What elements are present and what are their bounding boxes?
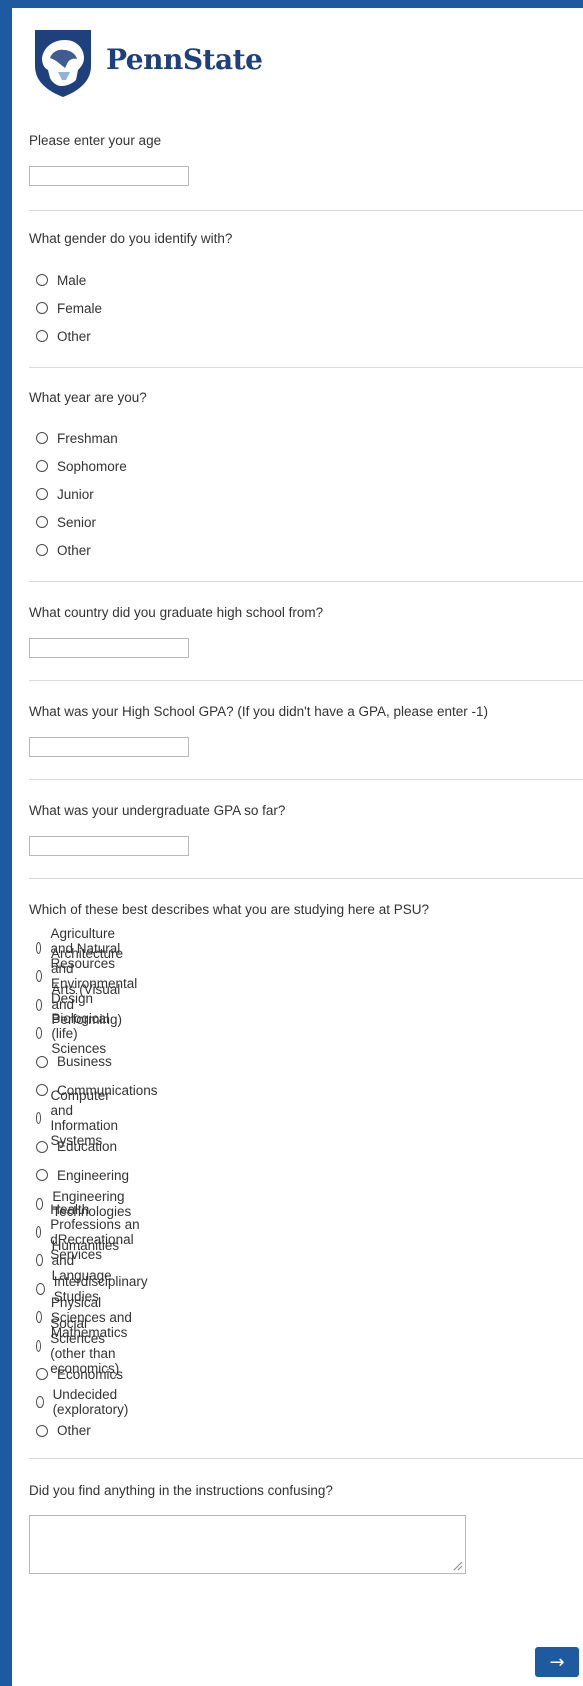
option-label: Junior <box>57 486 94 502</box>
radio-icon <box>36 1282 45 1295</box>
question-year: What year are you? <box>29 389 583 407</box>
radio-option[interactable]: Education <box>36 1137 117 1157</box>
radio-icon <box>36 1084 48 1096</box>
option-label: Undecided (exploratory) <box>52 1387 129 1418</box>
option-label: Business <box>57 1054 112 1070</box>
window-frame-left <box>0 0 12 1686</box>
radio-option[interactable]: Other <box>36 1421 91 1441</box>
radio-icon <box>36 302 48 314</box>
section-divider <box>29 878 583 879</box>
question-ug-gpa-text: What was your undergraduate GPA so far? <box>29 803 286 818</box>
age-input[interactable] <box>29 166 189 186</box>
radio-option[interactable]: Engineering <box>36 1165 129 1185</box>
radio-icon <box>36 544 48 556</box>
hs-gpa-input[interactable] <box>29 737 189 757</box>
radio-icon <box>36 1055 48 1068</box>
section-divider <box>29 1458 583 1459</box>
question-major: Which of these best describes what you a… <box>29 901 583 919</box>
option-label: Freshman <box>57 430 118 446</box>
radio-icon <box>36 1368 48 1380</box>
question-ug-gpa: What was your undergraduate GPA so far? <box>29 802 583 820</box>
option-label: Sophomore <box>57 458 127 474</box>
option-label: Engineering <box>57 1167 130 1183</box>
radio-icon <box>36 330 48 342</box>
pennstate-logo: PennState <box>32 28 263 98</box>
radio-icon <box>36 1254 43 1267</box>
radio-option[interactable]: Business <box>36 1052 112 1072</box>
radio-option[interactable]: Biological (life) Sciences <box>36 1011 115 1056</box>
radio-option[interactable]: Sophomore <box>36 456 127 476</box>
radio-option[interactable]: Humanities and Language <box>36 1238 125 1283</box>
option-label: Female <box>57 300 103 316</box>
question-major-text: Which of these best describes what you a… <box>29 902 429 917</box>
section-divider <box>29 210 583 211</box>
question-age: Please enter your age <box>29 132 583 150</box>
radio-icon <box>36 1424 48 1437</box>
section-divider <box>29 581 583 582</box>
option-label: Senior <box>57 514 97 530</box>
radio-option[interactable]: Male <box>36 270 86 290</box>
radio-icon <box>36 460 48 472</box>
resize-handle-icon[interactable] <box>453 1561 463 1571</box>
option-label: Other <box>57 328 91 344</box>
option-label: Male <box>57 272 87 288</box>
question-gender: What gender do you identify with? <box>29 230 583 248</box>
brand-name: PennState <box>106 42 263 76</box>
ug-gpa-input[interactable] <box>29 836 189 856</box>
question-confusing: Did you find anything in the instruction… <box>29 1482 583 1500</box>
radio-icon <box>36 998 43 1011</box>
option-label: Other <box>57 542 91 558</box>
nittany-lion-shield-icon <box>35 30 91 97</box>
question-year-text: What year are you? <box>29 390 147 405</box>
next-button[interactable]: → <box>535 1647 579 1677</box>
option-label: Biological (life) Sciences <box>51 1010 110 1056</box>
question-country: What country did you graduate high schoo… <box>29 604 583 622</box>
radio-icon <box>36 432 48 444</box>
country-input[interactable] <box>29 638 189 658</box>
survey-page: PennState Please enter your age What gen… <box>12 8 583 1686</box>
radio-icon <box>36 1396 44 1409</box>
radio-icon <box>36 1339 42 1352</box>
radio-option[interactable]: Other <box>36 326 91 346</box>
radio-option[interactable]: Freshman <box>36 428 118 448</box>
question-gender-text: What gender do you identify with? <box>29 231 233 246</box>
radio-icon <box>36 1027 43 1040</box>
section-divider <box>29 367 583 368</box>
window-frame-top <box>0 0 583 8</box>
option-label: Economics <box>57 1366 124 1382</box>
radio-icon <box>36 942 42 954</box>
question-country-text: What country did you graduate high schoo… <box>29 605 324 620</box>
radio-option[interactable]: Undecided (exploratory) <box>36 1387 133 1417</box>
section-divider <box>29 779 583 780</box>
radio-icon <box>36 1197 44 1210</box>
radio-option[interactable]: Other <box>36 540 91 560</box>
radio-icon <box>36 1169 48 1182</box>
confusing-textarea[interactable] <box>29 1515 466 1574</box>
radio-icon <box>36 1226 42 1238</box>
radio-option[interactable]: Economics <box>36 1364 123 1384</box>
question-age-text: Please enter your age <box>29 133 162 148</box>
question-hs-gpa-text: What was your High School GPA? (If you d… <box>29 704 489 719</box>
radio-icon <box>36 1311 42 1324</box>
radio-option[interactable]: Social Sciences (other than economics) <box>36 1316 126 1376</box>
radio-option[interactable]: Computer and Information Systems <box>36 1088 125 1148</box>
question-confusing-text: Did you find anything in the instruction… <box>29 1483 333 1498</box>
arrow-right-icon: → <box>549 1651 565 1673</box>
radio-icon <box>36 1140 48 1153</box>
radio-option[interactable]: Junior <box>36 484 94 504</box>
radio-icon <box>36 970 42 983</box>
section-divider <box>29 680 583 681</box>
radio-icon <box>36 274 48 286</box>
option-label: Other <box>57 1423 91 1439</box>
radio-icon <box>36 516 48 528</box>
option-label: Education <box>57 1139 118 1155</box>
radio-option[interactable]: Senior <box>36 512 96 532</box>
radio-icon <box>36 1112 42 1125</box>
radio-icon <box>36 488 48 500</box>
radio-option[interactable]: Female <box>36 298 102 318</box>
question-hs-gpa: What was your High School GPA? (If you d… <box>29 703 583 721</box>
